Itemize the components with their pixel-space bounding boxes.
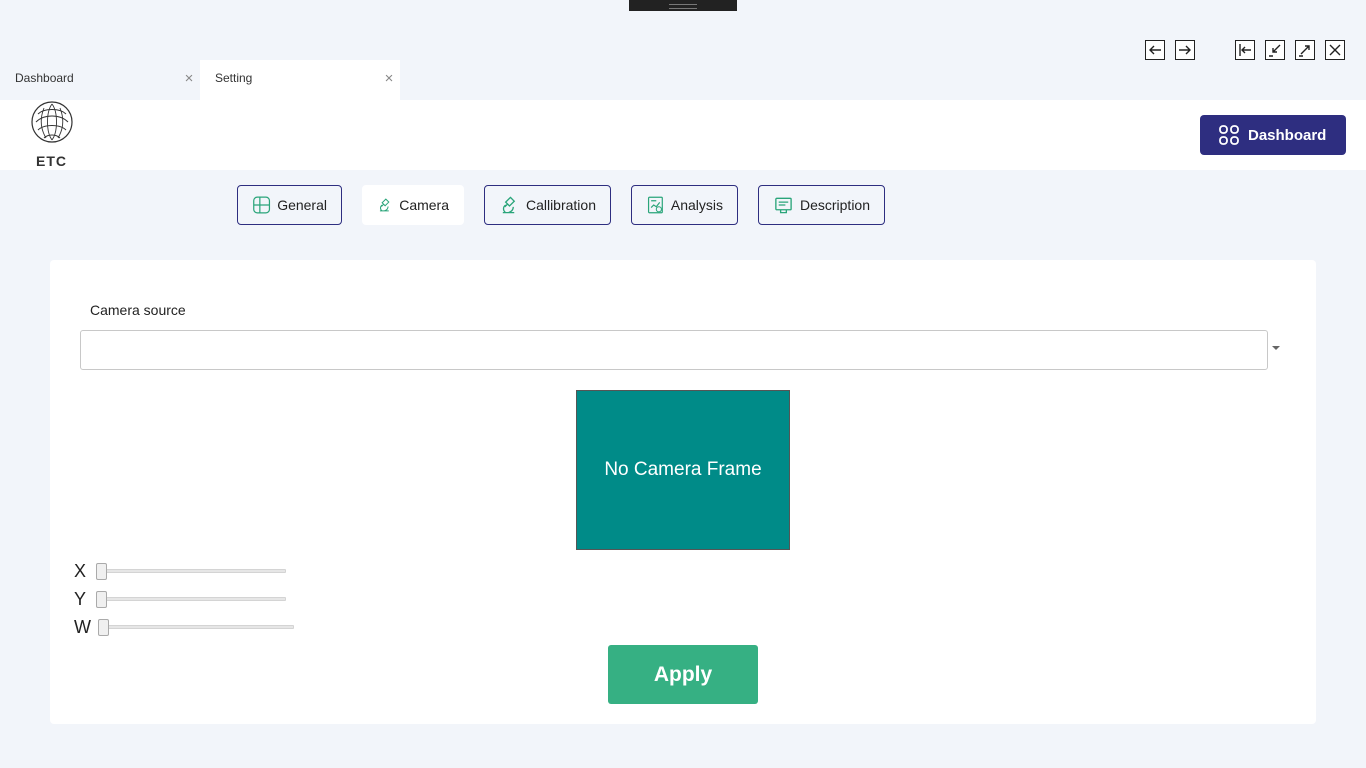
logo: ETC [28,100,76,170]
slider-w-label: W [74,616,91,637]
tab-callibration[interactable]: Callibration [484,185,611,225]
tab-setting[interactable]: Setting × [200,60,400,100]
slider-w-track[interactable] [98,619,294,636]
apply-button[interactable]: Apply [608,645,758,704]
slider-y-thumb[interactable] [96,591,107,608]
tab-label: Setting [215,71,253,85]
tab-label: Dashboard [15,71,74,85]
close-icon[interactable] [1325,40,1345,60]
tab-analysis[interactable]: Analysis [631,185,738,225]
apply-button-label: Apply [653,662,713,686]
minimize-icon[interactable] [1265,40,1285,60]
close-tab-icon[interactable]: × [382,71,396,86]
top-drag-handle[interactable] [629,0,737,11]
tab-analysis-label: Analysis [670,197,723,213]
settings-tabs: General Camera Callibration Analysis Des… [0,185,1366,225]
dashboard-button[interactable]: Dashboard [1200,115,1346,155]
tab-description-label: Description [799,197,870,213]
slider-x-track[interactable] [96,563,286,580]
no-frame-text: No Camera Frame [604,459,762,480]
camera-source-label: Camera source [90,302,186,318]
logo-text: ETC [36,153,67,169]
slider-x-thumb[interactable] [96,563,107,580]
slider-y-track[interactable] [96,591,286,608]
dashboard-icon [1219,125,1239,145]
slider-w-thumb[interactable] [98,619,109,636]
slider-y-label: Y [74,588,87,609]
microscope-icon [379,198,390,212]
camera-frame-preview: No Camera Frame [576,390,790,550]
camera-source-select[interactable] [80,330,1268,370]
tab-callibration-label: Callibration [525,197,596,213]
slider-x-label: X [74,560,87,581]
slider-w: W [74,616,294,638]
tab-camera-label: Camera [399,197,449,213]
app-header: ETC Dashboard [0,100,1366,170]
maximize-icon[interactable] [1295,40,1315,60]
tab-general-label: General [277,197,327,213]
back-icon[interactable] [1145,40,1165,60]
globe-fingerprint-icon [31,101,73,143]
tab-general[interactable]: General [237,185,342,225]
slider-y: Y [74,588,286,610]
tab-dashboard[interactable]: Dashboard × [0,60,200,100]
forward-icon[interactable] [1175,40,1195,60]
tab-camera[interactable]: Camera [362,185,464,225]
grid-icon [253,196,271,214]
exit-icon[interactable] [1235,40,1255,60]
close-tab-icon[interactable]: × [182,71,196,86]
dashboard-button-label: Dashboard [1248,126,1327,144]
tab-bar: Dashboard × Setting × [0,60,400,100]
chevron-down-icon[interactable] [1272,346,1280,350]
slider-x: X [74,560,286,582]
description-icon [775,197,792,214]
camera-settings-panel: Camera source No Camera Frame X Y W Appl… [50,260,1316,724]
analysis-icon [647,196,663,214]
microscope-icon [502,196,516,214]
tab-description[interactable]: Description [758,185,885,225]
